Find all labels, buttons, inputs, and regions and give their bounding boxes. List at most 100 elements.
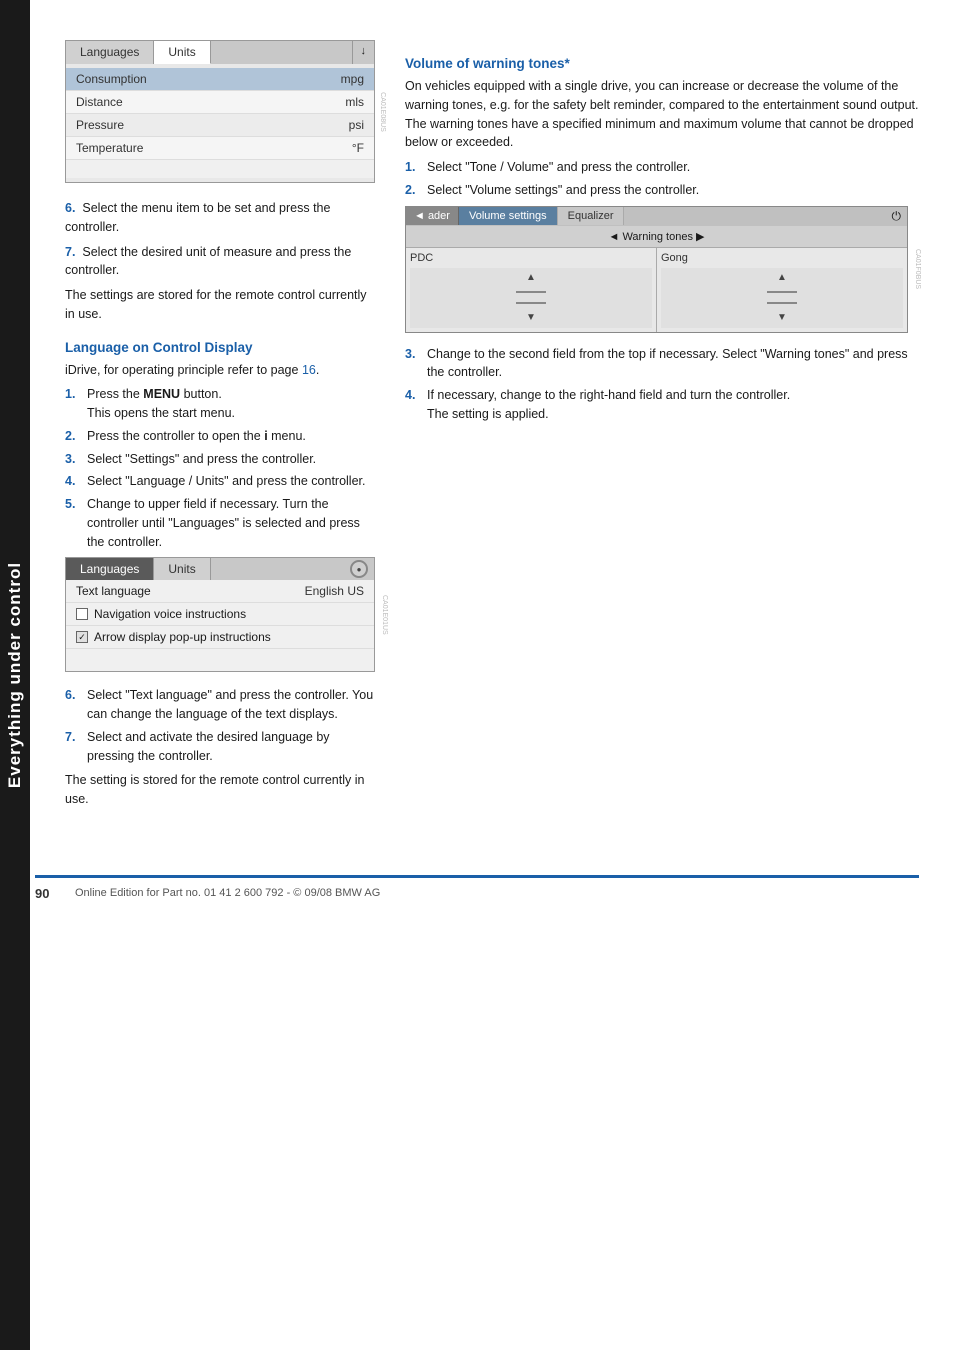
volume-heading: Volume of warning tones* <box>405 56 924 71</box>
vol-pdc-up-arrow: ▲ <box>526 272 536 283</box>
vol-channel-pdc-label: PDC <box>410 252 652 264</box>
vol-step1-text: Select "Tone / Volume" and press the con… <box>427 158 690 177</box>
lang-step4-text: Select "Language / Units" and press the … <box>87 472 366 491</box>
section-heading-language: Language on Control Display <box>65 340 375 355</box>
units-label-consumption: Consumption <box>76 72 341 86</box>
lang-step7: 7. Select and activate the desired langu… <box>65 728 375 766</box>
language-steps-list: 1. Press the MENU button.This opens the … <box>65 385 375 551</box>
tab-volume-settings[interactable]: Volume settings <box>459 207 558 225</box>
units-label-distance: Distance <box>76 95 345 109</box>
language-steps-list2: 6. Select "Text language" and press the … <box>65 686 375 765</box>
page-footer: 90 Online Edition for Part no. 01 41 2 6… <box>35 875 919 901</box>
lang-step6: 6. Select "Text language" and press the … <box>65 686 375 724</box>
lang-arrow-display-row: ✓ Arrow display pop-up instructions <box>66 626 374 649</box>
units-box-body: Consumption mpg Distance mls Pressure ps… <box>66 64 374 182</box>
left-step6: 6. Select the menu item to be set and pr… <box>65 199 375 237</box>
vol-channel-pdc: PDC ▲ ▼ <box>406 248 657 332</box>
vol-gong-down-arrow: ▼ <box>777 312 787 323</box>
vol-step2-text: Select "Volume settings" and press the c… <box>427 181 699 200</box>
lang-box-body: Text language English US Navigation voic… <box>66 580 374 671</box>
vol-gong-slider[interactable]: ▲ ▼ <box>661 268 903 328</box>
volume-intro: On vehicles equipped with a single drive… <box>405 77 924 152</box>
arrow-display-checkbox[interactable]: ✓ <box>76 631 88 643</box>
units-value-temperature: °F <box>352 141 364 155</box>
units-value-pressure: psi <box>349 118 364 132</box>
units-value-consumption: mpg <box>341 72 364 86</box>
lang-box-side-note: CA01E01US <box>381 558 388 671</box>
step7-text: Select the desired unit of measure and p… <box>65 245 351 278</box>
idrive-link[interactable]: 16 <box>302 363 316 377</box>
page-number: 90 <box>35 886 65 901</box>
i-menu-bold: i <box>264 429 267 443</box>
lang-step3-text: Select "Settings" and press the controll… <box>87 450 316 469</box>
units-ui-box: Languages Units ↓ Consumption mpg Distan… <box>65 40 375 183</box>
left-step7: 7. Select the desired unit of measure an… <box>65 243 375 281</box>
nav-voice-checkbox[interactable] <box>76 608 88 620</box>
lang-step4: 4. Select "Language / Units" and press t… <box>65 472 375 491</box>
vol-back-btn[interactable]: ◄ ader <box>406 207 459 225</box>
units-label-pressure: Pressure <box>76 118 349 132</box>
lang-step2: 2. Press the controller to open the i me… <box>65 427 375 446</box>
lang-text-label: Text language <box>76 584 305 598</box>
right-column: Volume of warning tones* On vehicles equ… <box>405 40 924 815</box>
vol-step4: 4. If necessary, change to the right-han… <box>405 386 924 424</box>
vol-gong-dash2 <box>767 302 797 304</box>
vol-channel-gong-label: Gong <box>661 252 903 264</box>
lang-step6-text: Select "Text language" and press the con… <box>87 686 375 724</box>
footer-text: Online Edition for Part no. 01 41 2 600 … <box>75 887 380 899</box>
lang-step3: 3. Select "Settings" and press the contr… <box>65 450 375 469</box>
units-label-temperature: Temperature <box>76 141 352 155</box>
settings-note: The settings are stored for the remote c… <box>65 286 375 324</box>
lang-step5: 5. Change to upper field if necessary. T… <box>65 495 375 551</box>
units-row-temperature: Temperature °F <box>66 137 374 160</box>
vol-gong-dash1 <box>767 291 797 293</box>
vol-step3-text: Change to the second field from the top … <box>427 345 924 383</box>
final-note: The setting is stored for the remote con… <box>65 771 375 809</box>
lang-box-header: Languages Units ● <box>66 558 374 580</box>
lang-step1: 1. Press the MENU button.This opens the … <box>65 385 375 423</box>
vol-step2: 2. Select "Volume settings" and press th… <box>405 181 924 200</box>
vol-pdc-down-arrow: ▼ <box>526 312 536 323</box>
units-value-distance: mls <box>345 95 364 109</box>
vol-channel-gong: Gong ▲ ▼ <box>657 248 907 332</box>
vol-subtitle: ◄ Warning tones ▶ <box>406 226 907 248</box>
lang-step5-text: Change to upper field if necessary. Turn… <box>87 495 375 551</box>
vol-gong-up-arrow: ▲ <box>777 272 787 283</box>
sidebar: Everything under control <box>0 0 30 1350</box>
units-row-consumption: Consumption mpg <box>66 68 374 91</box>
nav-voice-label: Navigation voice instructions <box>94 607 246 621</box>
units-row-distance: Distance mls <box>66 91 374 114</box>
vol-channels: PDC ▲ ▼ Gong ▲ ▼ <box>406 248 907 332</box>
vol-pdc-dash1 <box>516 291 546 293</box>
lang-text-language-row: Text language English US <box>66 580 374 603</box>
languages-ui-box: Languages Units ● Text language English … <box>65 557 375 672</box>
units-icon-btn[interactable]: ↓ <box>352 41 375 64</box>
tab-equalizer[interactable]: Equalizer <box>558 207 625 225</box>
volume-steps-list: 1. Select "Tone / Volume" and press the … <box>405 158 924 200</box>
vol-pdc-dash2 <box>516 302 546 304</box>
arrow-display-label: Arrow display pop-up instructions <box>94 630 271 644</box>
tab-languages-active[interactable]: Languages <box>66 558 154 580</box>
lang-nav-voice-row: Navigation voice instructions <box>66 603 374 626</box>
tab-languages[interactable]: Languages <box>66 41 154 64</box>
volume-steps-list2: 3. Change to the second field from the t… <box>405 345 924 424</box>
menu-bold: MENU <box>143 387 180 401</box>
units-box-side-note: CA01E08US <box>379 92 386 132</box>
vol-step3: 3. Change to the second field from the t… <box>405 345 924 383</box>
tab-units[interactable]: Units <box>154 41 210 64</box>
left-column: Languages Units ↓ Consumption mpg Distan… <box>65 40 375 815</box>
vol-pdc-slider[interactable]: ▲ ▼ <box>410 268 652 328</box>
vol-box-side-note: CA01F0BUS <box>914 207 921 332</box>
units-row-pressure: Pressure psi <box>66 114 374 137</box>
vol-step1: 1. Select "Tone / Volume" and press the … <box>405 158 924 177</box>
tab-units-inactive[interactable]: Units <box>154 558 210 580</box>
lang-step7-text: Select and activate the desired language… <box>87 728 375 766</box>
vol-box-header: ◄ ader Volume settings Equalizer ⏻ <box>406 207 907 226</box>
sidebar-label: Everything under control <box>5 562 25 788</box>
units-box-header: Languages Units ↓ <box>66 41 374 64</box>
lang-box-icon[interactable]: ● <box>350 560 368 578</box>
vol-power-icon[interactable]: ⏻ <box>886 207 908 226</box>
step6-text: Select the menu item to be set and press… <box>65 201 330 234</box>
idrive-text: iDrive, for operating principle refer to… <box>65 361 375 380</box>
lang-text-value: English US <box>305 584 364 598</box>
